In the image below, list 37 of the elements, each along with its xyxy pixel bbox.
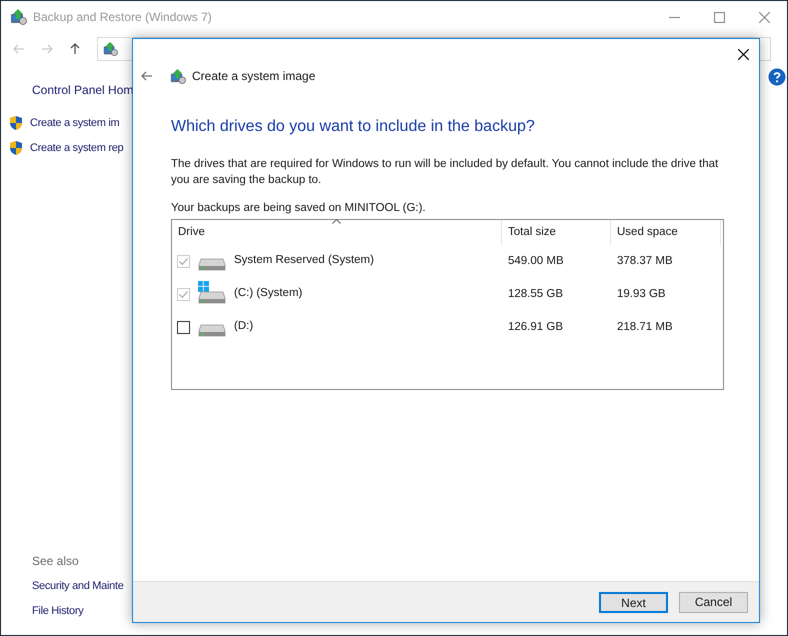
see-also-heading: See also bbox=[32, 553, 80, 570]
column-header[interactable]: Used space bbox=[617, 224, 678, 242]
table-cell-text: 128.55 GB bbox=[507, 287, 564, 302]
table-cell-text: 378.37 MB bbox=[616, 254, 674, 270]
column-header[interactable]: Drive bbox=[178, 224, 205, 242]
table-cell-text: 19.93 GB bbox=[616, 287, 667, 302]
backup-icon bbox=[102, 41, 118, 57]
checkbox[interactable] bbox=[177, 321, 190, 334]
sidebar-link[interactable]: Create a system rep bbox=[30, 140, 124, 156]
save-location-text: Your backups are being saved on MINITOOL (G:). bbox=[171, 201, 427, 216]
hard-drive-icon bbox=[198, 258, 226, 272]
shield-icon bbox=[8, 115, 24, 132]
dialog-heading: Which drives do you want to include in the backup? bbox=[171, 117, 536, 137]
back-arrow-icon[interactable] bbox=[141, 70, 153, 82]
table-cell-text: 126.91 GB bbox=[507, 320, 564, 336]
dialog-button[interactable]: Cancel bbox=[679, 592, 748, 612]
window-title: Backup and Restore (Windows 7) bbox=[33, 9, 212, 26]
table-cell-text: 218.71 MB bbox=[616, 320, 674, 336]
description-text: The drives that are required for Windows to run will be included by default. You cannot include the drive that you are saving the backup to. bbox=[171, 157, 720, 188]
table-cell-text: 549.00 MB bbox=[507, 254, 565, 270]
drive-name: (C:) (System) bbox=[234, 286, 302, 302]
backup-icon bbox=[9, 8, 27, 26]
column-header[interactable]: Total size bbox=[508, 224, 556, 242]
drive-name: System Reserved (System) bbox=[234, 253, 374, 268]
computer-backup-icon bbox=[169, 68, 186, 84]
hard-drive-icon bbox=[198, 290, 226, 305]
hard-drive-icon bbox=[198, 324, 226, 338]
windows-logo-icon bbox=[198, 280, 209, 292]
maximize-icon[interactable] bbox=[714, 12, 725, 22]
up-arrow-icon[interactable] bbox=[69, 43, 81, 55]
help-icon[interactable] bbox=[768, 68, 786, 86]
shield-icon bbox=[8, 140, 24, 156]
dialog-button[interactable]: Next bbox=[599, 592, 668, 612]
dialog-title: Create a system image bbox=[192, 68, 316, 85]
drive-name: (D:) bbox=[234, 319, 254, 334]
sidebar-link[interactable]: Create a system im bbox=[30, 115, 120, 132]
close-icon[interactable] bbox=[738, 49, 749, 60]
